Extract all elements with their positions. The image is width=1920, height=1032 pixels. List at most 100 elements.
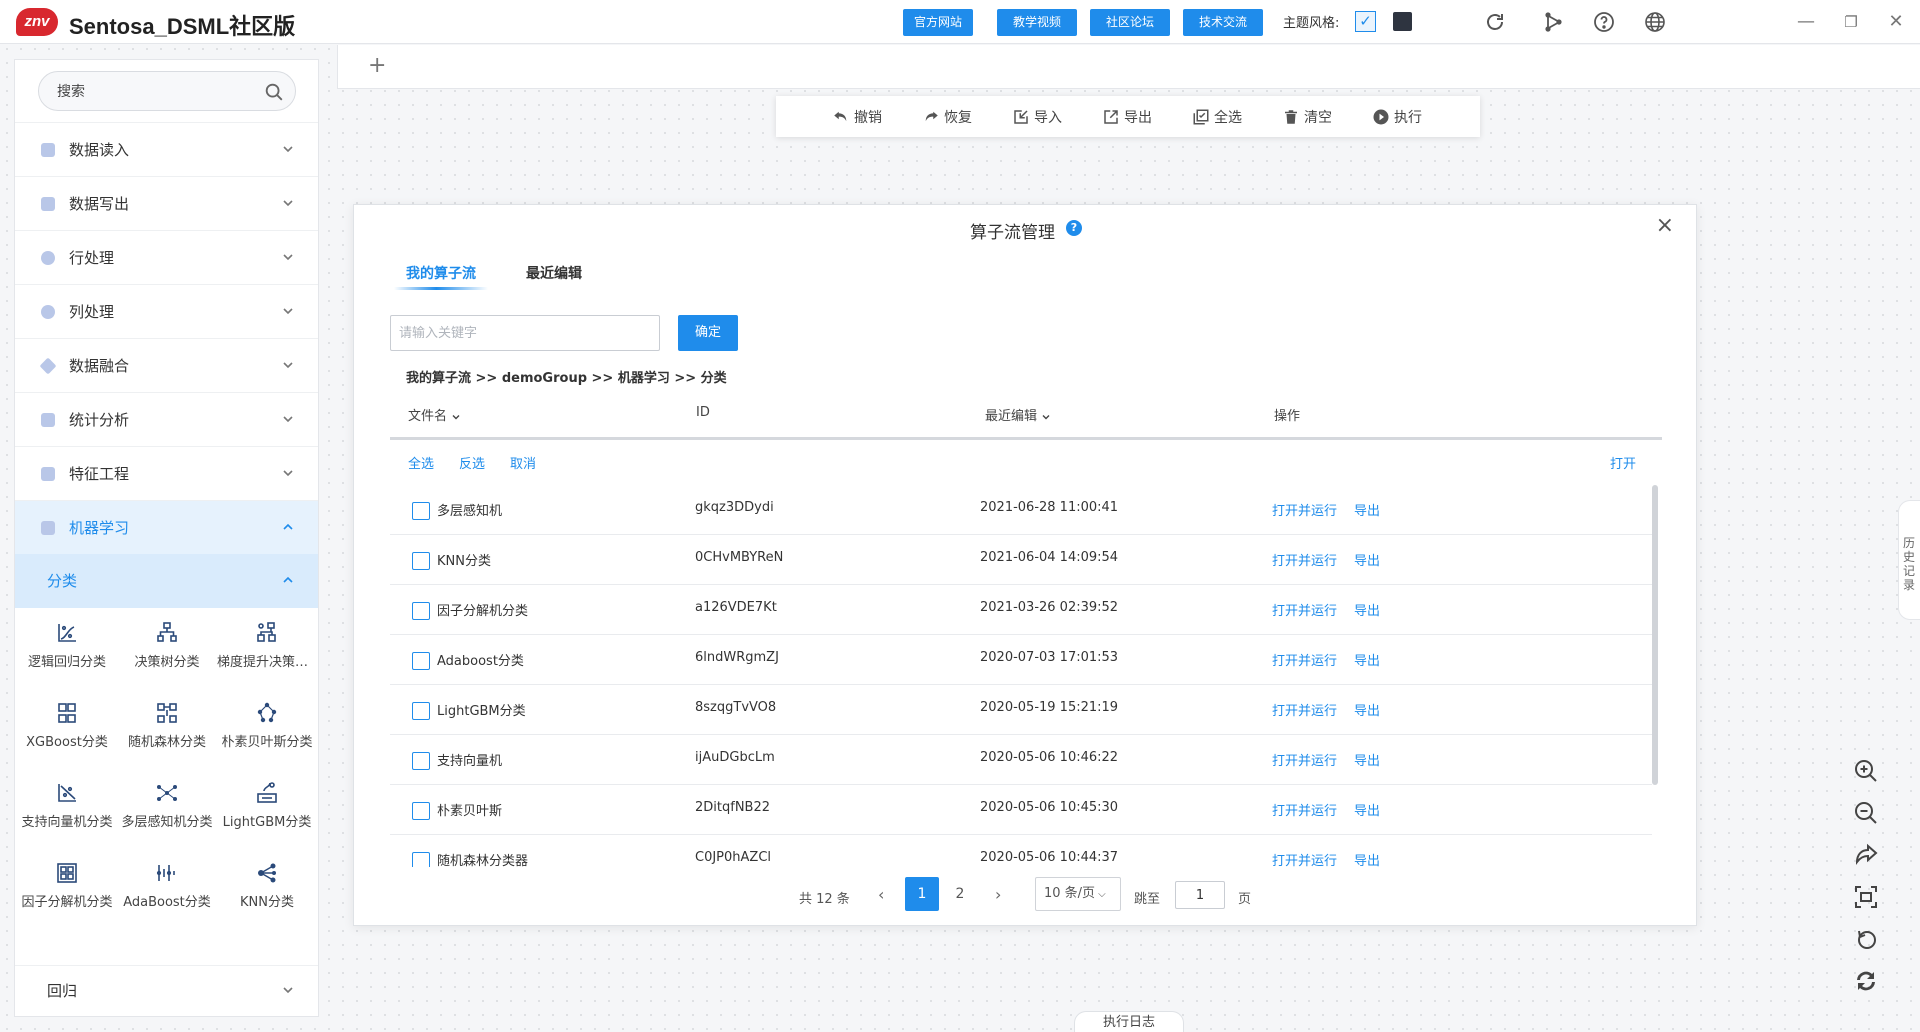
run-button[interactable]: 执行 [1372,106,1422,128]
algo-knn[interactable]: KNN分类 [217,853,317,923]
official-site-button[interactable]: 官方网站 [903,9,973,36]
category-machine-learning[interactable]: 机器学习 [15,500,318,554]
execution-log-tab[interactable]: 执行日志 [1074,1011,1184,1032]
language-globe-icon[interactable] [1643,10,1667,34]
theme-dark-option[interactable] [1393,12,1412,31]
table-row[interactable]: 支持向量机 ijAuDGbcLm 2020-05-06 10:46:22 打开并… [390,735,1652,785]
share-icon[interactable] [1541,10,1565,34]
algo-lightgbm[interactable]: LightGBM分类 [217,773,317,843]
reset-icon[interactable] [1852,967,1880,995]
table-row[interactable]: LightGBM分类 8szqgTvVO8 2020-05-19 15:21:1… [390,685,1652,735]
row-export-link[interactable]: 导出 [1354,700,1380,719]
open-run-link[interactable]: 打开并运行 [1272,850,1337,867]
row-export-link[interactable]: 导出 [1354,600,1380,619]
table-row[interactable]: KNN分类 0CHvMBYReN 2021-06-04 14:09:54 打开并… [390,535,1652,585]
invert-selection-link[interactable]: 反选 [459,453,485,472]
refresh-icon[interactable] [1483,10,1507,34]
help-icon[interactable] [1592,10,1616,34]
algo-logistic-regression[interactable]: 逻辑回归分类 [17,613,117,683]
sidebar-search[interactable] [38,71,296,111]
row-export-link[interactable]: 导出 [1354,550,1380,569]
open-run-link[interactable]: 打开并运行 [1272,700,1337,719]
row-export-link[interactable]: 导出 [1354,500,1380,519]
header-filename[interactable]: 文件名 [408,405,461,424]
cancel-selection-link[interactable]: 取消 [510,453,536,472]
pan-icon[interactable] [1852,841,1880,869]
category-data-output[interactable]: 数据写出 [15,176,318,230]
algo-svm[interactable]: 支持向量机分类 [17,773,117,843]
redo-button[interactable]: 恢复 [922,106,972,128]
algo-factorization-machine[interactable]: 因子分解机分类 [17,853,117,923]
pager-page-1[interactable]: 1 [905,877,939,911]
algo-mlp[interactable]: 多层感知机分类 [117,773,217,843]
algo-decision-tree[interactable]: 决策树分类 [117,613,217,683]
rotate-icon[interactable] [1852,925,1880,953]
history-tab[interactable]: 历史记录 [1898,500,1920,620]
question-icon[interactable]: ? [1066,220,1082,236]
table-row[interactable]: Adaboost分类 6lndWRgmZJ 2020-07-03 17:01:5… [390,635,1652,685]
undo-button[interactable]: 撤销 [832,106,882,128]
fit-view-icon[interactable] [1852,883,1880,911]
zoom-in-icon[interactable] [1852,757,1880,785]
header-last-edited[interactable]: 最近编辑 [985,405,1051,424]
row-export-link[interactable]: 导出 [1354,750,1380,769]
export-button[interactable]: 导出 [1102,106,1152,128]
open-run-link[interactable]: 打开并运行 [1272,650,1337,669]
open-run-link[interactable]: 打开并运行 [1272,550,1337,569]
clear-button[interactable]: 清空 [1282,106,1332,128]
row-checkbox[interactable] [412,602,430,620]
confirm-button[interactable]: 确定 [678,315,738,351]
open-link[interactable]: 打开 [1610,453,1636,472]
pager-prev-icon[interactable]: ‹ [878,885,884,904]
keyword-input[interactable] [390,315,660,351]
open-run-link[interactable]: 打开并运行 [1272,750,1337,769]
row-checkbox[interactable] [412,702,430,720]
category-data-input[interactable]: 数据读入 [15,122,318,176]
zoom-out-icon[interactable] [1852,799,1880,827]
tutorial-video-button[interactable]: 教学视频 [997,9,1077,36]
row-checkbox[interactable] [412,552,430,570]
theme-light-option[interactable]: ✓ [1355,11,1376,32]
category-statistics[interactable]: 统计分析 [15,392,318,446]
open-run-link[interactable]: 打开并运行 [1272,500,1337,519]
jump-page-input[interactable] [1175,881,1225,909]
open-run-link[interactable]: 打开并运行 [1272,600,1337,619]
row-checkbox[interactable] [412,802,430,820]
category-feature-engineering[interactable]: 特征工程 [15,446,318,500]
category-row-processing[interactable]: 行处理 [15,230,318,284]
subcategory-regression[interactable]: 回归 [15,965,318,1015]
search-input[interactable] [57,80,257,104]
algo-random-forest[interactable]: 随机森林分类 [117,693,217,763]
algo-adaboost[interactable]: AdaBoost分类 [117,853,217,923]
row-checkbox[interactable] [412,852,430,867]
tab-my-flows[interactable]: 我的算子流 [394,263,488,290]
row-checkbox[interactable] [412,652,430,670]
row-export-link[interactable]: 导出 [1354,850,1380,867]
row-export-link[interactable]: 导出 [1354,800,1380,819]
tab-recent-edits[interactable]: 最近编辑 [526,263,582,283]
page-size-select[interactable]: 10 条/页 ⌵ [1035,877,1121,911]
select-all-button[interactable]: 全选 [1192,106,1242,128]
row-checkbox[interactable] [412,752,430,770]
community-forum-button[interactable]: 社区论坛 [1090,9,1170,36]
open-run-link[interactable]: 打开并运行 [1272,800,1337,819]
category-data-fusion[interactable]: 数据融合 [15,338,318,392]
row-export-link[interactable]: 导出 [1354,650,1380,669]
category-column-processing[interactable]: 列处理 [15,284,318,338]
search-icon[interactable] [263,81,285,103]
algo-gbdt[interactable]: 梯度提升决策树分类 [217,613,317,683]
add-tab-button[interactable]: + [368,53,386,78]
table-row[interactable]: 随机森林分类器 C0JP0hAZCl 2020-05-06 10:44:37 打… [390,835,1652,867]
restore-icon[interactable]: ❐ [1839,10,1863,34]
table-row[interactable]: 朴素贝叶斯 2DitqfNB22 2020-05-06 10:45:30 打开并… [390,785,1652,835]
pager-next-icon[interactable]: › [995,885,1001,904]
table-row[interactable]: 因子分解机分类 a126VDE7Kt 2021-03-26 02:39:52 打… [390,585,1652,635]
select-all-link[interactable]: 全选 [408,453,434,472]
algo-xgboost[interactable]: XGBoost分类 [17,693,117,763]
table-row[interactable]: 多层感知机 gkqz3DDydi 2021-06-28 11:00:41 打开并… [390,485,1652,535]
minimize-icon[interactable]: — [1794,10,1818,34]
table-scrollbar[interactable] [1652,485,1658,785]
subcategory-classification[interactable]: 分类 [15,554,318,608]
row-checkbox[interactable] [412,502,430,520]
algo-naive-bayes[interactable]: 朴素贝叶斯分类 [217,693,317,763]
